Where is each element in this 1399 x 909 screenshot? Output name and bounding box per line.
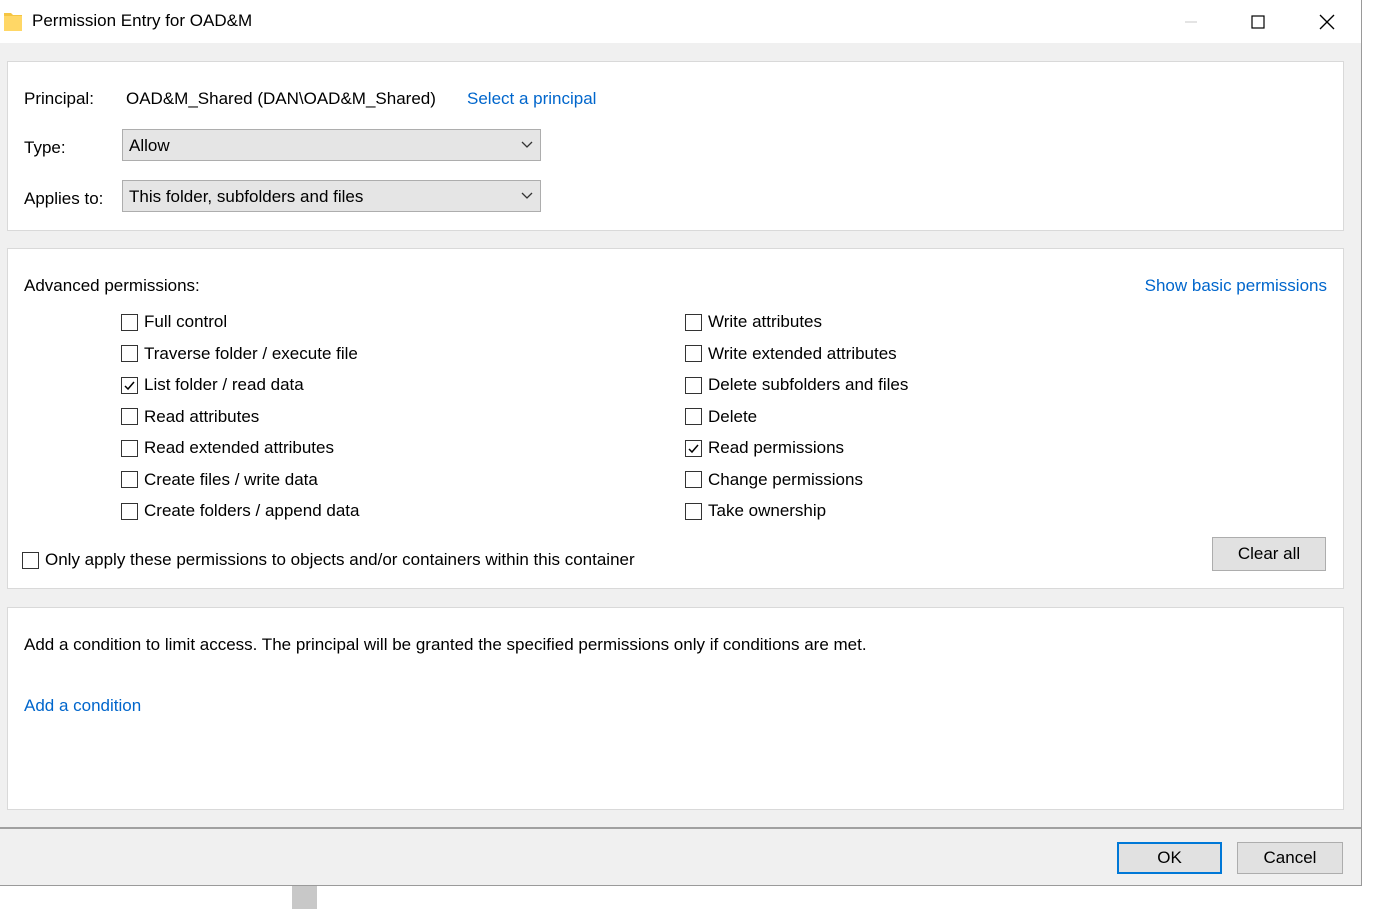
applies-to-selected-value: This folder, subfolders and files (129, 187, 364, 206)
show-basic-permissions-link[interactable]: Show basic permissions (1145, 276, 1327, 296)
principal-label: Principal: (24, 89, 94, 108)
permission-checkbox-row[interactable]: Read permissions (685, 438, 844, 458)
footer-separator (0, 827, 1361, 829)
permission-label: List folder / read data (144, 375, 304, 394)
type-dropdown[interactable]: Allow (122, 129, 541, 161)
permission-checkbox[interactable] (121, 471, 138, 488)
permission-checkbox-row[interactable]: Write attributes (685, 312, 822, 332)
permission-checkbox[interactable] (685, 313, 702, 331)
permission-label: Delete (708, 406, 758, 426)
condition-panel: Add a condition to limit access. The pri… (7, 607, 1344, 810)
permission-checkbox[interactable] (685, 471, 702, 488)
permission-label: Change permissions (708, 469, 863, 489)
permission-checkbox-row[interactable]: Delete subfolders and files (685, 375, 908, 395)
ok-button[interactable]: OK (1117, 842, 1222, 874)
permission-label: Delete subfolders and files (708, 375, 909, 394)
permission-checkbox-row[interactable]: Read attributes (121, 407, 259, 427)
checkmark-icon (688, 444, 699, 453)
permission-checkbox[interactable] (685, 345, 702, 362)
select-principal-link[interactable]: Select a principal (467, 89, 596, 109)
permission-checkbox-row[interactable]: Take ownership (685, 501, 826, 521)
only-apply-checkbox[interactable] (22, 551, 39, 569)
permission-checkbox-row[interactable]: Create folders / append data (121, 501, 359, 521)
permission-checkbox-row[interactable]: Write extended attributes (685, 344, 897, 364)
type-label: Type: (24, 138, 66, 157)
permission-checkbox-row[interactable]: Traverse folder / execute file (121, 344, 358, 364)
minimize-icon (1185, 21, 1197, 22)
permission-label: Create folders / append data (144, 501, 360, 520)
applies-to-dropdown[interactable]: This folder, subfolders and files (122, 180, 541, 212)
type-selected-value: Allow (129, 136, 170, 155)
permission-checkbox-row[interactable]: Create files / write data (121, 470, 318, 490)
permission-checkbox[interactable] (685, 439, 702, 457)
checkmark-icon (124, 381, 135, 390)
maximize-button[interactable] (1225, 0, 1291, 43)
condition-description: Add a condition to limit access. The pri… (24, 635, 867, 654)
only-apply-checkbox-row[interactable]: Only apply these permissions to objects … (22, 550, 635, 570)
permission-checkbox[interactable] (685, 408, 702, 425)
permission-label: Read attributes (144, 406, 260, 426)
permission-label: Read permissions (708, 438, 845, 457)
folder-icon (4, 13, 22, 31)
chevron-down-icon (521, 141, 533, 148)
minimize-button[interactable] (1158, 0, 1224, 43)
permission-checkbox-row[interactable]: List folder / read data (121, 375, 304, 395)
permission-entry-dialog: Permission Entry for OAD&M Principal: OA… (0, 0, 1362, 886)
applies-to-label: Applies to: (24, 189, 104, 208)
permission-label: Write attributes (708, 312, 823, 331)
window-title: Permission Entry for OAD&M (32, 11, 253, 30)
title-bar[interactable]: Permission Entry for OAD&M (0, 0, 1361, 43)
permission-checkbox[interactable] (121, 439, 138, 457)
permission-checkbox[interactable] (121, 313, 138, 331)
principal-value: OAD&M_Shared (DAN\OAD&M_Shared) (126, 89, 436, 108)
permission-label: Read extended attributes (144, 438, 334, 457)
close-icon (1319, 14, 1335, 29)
advanced-permissions-label: Advanced permissions: (24, 276, 200, 295)
permission-checkbox[interactable] (121, 408, 138, 425)
clear-all-button[interactable]: Clear all (1212, 537, 1326, 571)
permission-checkbox-row[interactable]: Full control (121, 312, 227, 332)
permission-checkbox[interactable] (121, 376, 138, 394)
principal-panel: Principal: OAD&M_Shared (DAN\OAD&M_Share… (7, 61, 1344, 231)
permission-checkbox[interactable] (121, 345, 138, 362)
permission-label: Take ownership (708, 501, 827, 520)
permission-label: Full control (144, 312, 228, 331)
permission-checkbox[interactable] (121, 502, 138, 520)
permission-label: Traverse folder / execute file (144, 343, 358, 363)
add-condition-link[interactable]: Add a condition (24, 696, 141, 716)
only-apply-label: Only apply these permissions to objects … (45, 550, 635, 569)
chevron-down-icon (521, 192, 533, 199)
permission-label: Write extended attributes (708, 343, 897, 363)
maximize-icon (1251, 14, 1265, 29)
permission-label: Create files / write data (144, 469, 318, 489)
permission-checkbox-row[interactable]: Delete (685, 407, 757, 427)
permission-checkbox-row[interactable]: Change permissions (685, 470, 863, 490)
permission-checkbox[interactable] (685, 376, 702, 394)
permission-checkbox-row[interactable]: Read extended attributes (121, 438, 334, 458)
background-window-fragment (292, 886, 317, 909)
cancel-button[interactable]: Cancel (1237, 842, 1343, 874)
permission-checkbox[interactable] (685, 502, 702, 520)
close-button[interactable] (1294, 0, 1360, 43)
advanced-permissions-panel: Advanced permissions: Show basic permiss… (7, 248, 1344, 589)
